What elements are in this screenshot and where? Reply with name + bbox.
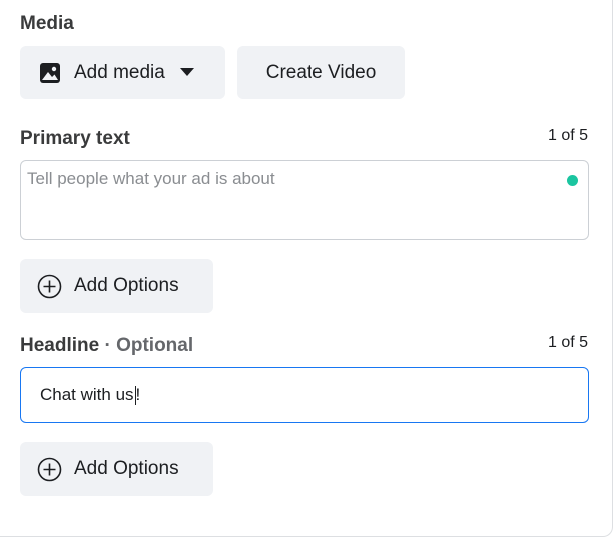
headline-input[interactable]: Chat with us!: [20, 367, 589, 423]
headline-add-options-button[interactable]: Add Options: [20, 442, 213, 496]
headline-value-text: Chat with us: [40, 384, 134, 404]
primary-text-placeholder: Tell people what your ad is about: [27, 169, 275, 188]
status-dot: [567, 175, 578, 186]
caret-down-icon: [179, 68, 194, 77]
primary-text-title: Primary text: [20, 128, 130, 149]
create-video-button[interactable]: Create Video: [237, 46, 405, 99]
headline-counter: 1 of 5: [547, 334, 588, 351]
add-circle-icon: [37, 457, 62, 482]
primary-text-counter: 1 of 5: [547, 127, 588, 144]
headline-title: Headline · Optional: [20, 335, 193, 357]
optional-label: · Optional: [104, 335, 194, 356]
add-media-label: Add media: [74, 61, 165, 83]
headline-label: Headline: [20, 335, 100, 356]
headline-value-tail: !: [135, 384, 141, 404]
primary-text-add-options-button[interactable]: Add Options: [20, 259, 213, 313]
image-icon: [39, 62, 61, 84]
add-media-button[interactable]: Add media: [20, 46, 225, 99]
media-section-title: Media: [20, 13, 74, 34]
add-options-label: Add Options: [74, 458, 179, 479]
headline-value: Chat with us!: [40, 385, 140, 405]
add-circle-icon: [37, 274, 62, 299]
add-options-label: Add Options: [74, 275, 179, 296]
create-video-label: Create Video: [265, 61, 377, 83]
primary-text-input[interactable]: Tell people what your ad is about: [20, 160, 589, 240]
ad-creative-panel: Media Add media Create Video Primary tex…: [0, 0, 613, 537]
